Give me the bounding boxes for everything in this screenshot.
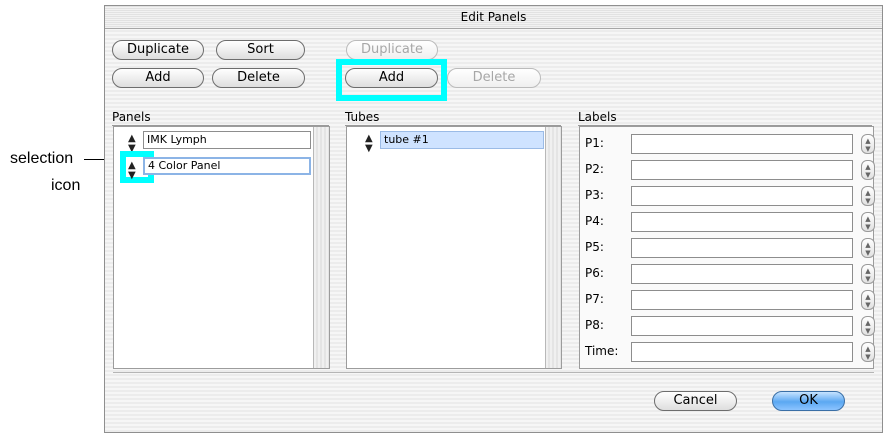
label-p2-stepper[interactable]: ▲ ▼: [861, 160, 875, 180]
panels-section-label: Panels: [112, 110, 151, 124]
label-p1-stepper[interactable]: ▲ ▼: [861, 134, 875, 154]
label-p3-name: P3:: [585, 188, 604, 202]
label-p3-input[interactable]: [631, 186, 853, 206]
label-p7-name: P7:: [585, 292, 604, 306]
ok-button[interactable]: OK: [772, 391, 845, 411]
footer-divider: [113, 372, 874, 373]
panels-list[interactable]: ▲ ▼ IMK Lymph ▲ ▼ 4 Color Panel: [113, 126, 330, 369]
panels-duplicate-button[interactable]: Duplicate: [112, 40, 204, 60]
panels-list-scrollbar[interactable]: [313, 127, 329, 368]
panel-row-1-name[interactable]: IMK Lymph: [143, 131, 311, 149]
label-p5-input[interactable]: [631, 238, 853, 258]
tubes-list[interactable]: ▲ ▼ tube #1: [346, 126, 562, 369]
label-p1-input[interactable]: [631, 134, 853, 154]
cancel-button[interactable]: Cancel: [654, 391, 737, 411]
label-p8-name: P8:: [585, 318, 604, 332]
label-p6-name: P6:: [585, 266, 604, 280]
tube-row-1-selection-icon[interactable]: ▲ ▼: [365, 134, 373, 154]
callout-label-line2: icon: [51, 177, 81, 194]
label-p5-name: P5:: [585, 240, 604, 254]
tubes-duplicate-button[interactable]: Duplicate: [346, 40, 438, 60]
label-time-stepper[interactable]: ▲ ▼: [861, 342, 875, 362]
label-p2-input[interactable]: [631, 160, 853, 180]
label-p2-name: P2:: [585, 162, 604, 176]
label-p4-input[interactable]: [631, 212, 853, 232]
label-p4-name: P4:: [585, 214, 604, 228]
label-p8-stepper[interactable]: ▲ ▼: [861, 316, 875, 336]
labels-box: P1: ▲ ▼ P2: ▲ ▼ P3: ▲ ▼ P4: ▲ ▼ P5: ▲ ▼ P6: ▲…: [579, 126, 875, 369]
labels-section-label: Labels: [578, 110, 617, 124]
label-p4-stepper[interactable]: ▲ ▼: [861, 212, 875, 232]
label-p1-name: P1:: [585, 136, 604, 150]
label-p3-stepper[interactable]: ▲ ▼: [861, 186, 875, 206]
panel-row-2-name[interactable]: 4 Color Panel: [143, 157, 311, 175]
tubes-add-button[interactable]: Add: [345, 68, 438, 88]
label-p7-input[interactable]: [631, 290, 853, 310]
label-p5-stepper[interactable]: ▲ ▼: [861, 238, 875, 258]
callout-label-line1: selection: [10, 150, 74, 167]
tube-row-1-name[interactable]: tube #1: [380, 131, 544, 149]
label-p6-stepper[interactable]: ▲ ▼: [861, 264, 875, 284]
label-p8-input[interactable]: [631, 316, 853, 336]
label-p7-stepper[interactable]: ▲ ▼: [861, 290, 875, 310]
tubes-list-scrollbar[interactable]: [545, 127, 561, 368]
label-time-name: Time:: [585, 344, 619, 358]
edit-panels-dialog: Edit Panels Duplicate Sort Add Delete Du…: [104, 5, 883, 433]
panels-sort-button[interactable]: Sort: [216, 40, 305, 60]
window-title: Edit Panels: [105, 6, 882, 29]
tubes-section-label: Tubes: [345, 110, 380, 124]
label-p6-input[interactable]: [631, 264, 853, 284]
panels-delete-button[interactable]: Delete: [212, 68, 305, 88]
panel-row-2-selection-icon[interactable]: ▲ ▼: [128, 161, 136, 181]
label-time-input[interactable]: [631, 342, 853, 362]
tubes-delete-button[interactable]: Delete: [447, 68, 541, 88]
panels-add-button[interactable]: Add: [112, 68, 204, 88]
